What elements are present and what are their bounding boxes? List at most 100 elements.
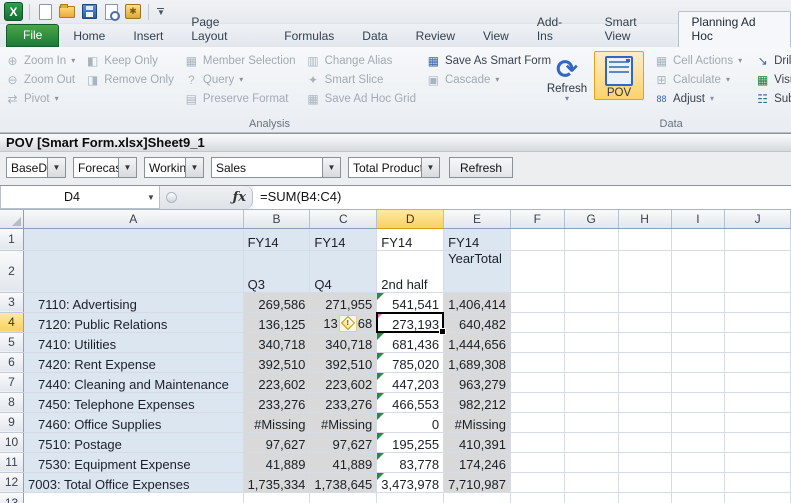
cell-F1[interactable] xyxy=(510,228,565,251)
cell-E8[interactable]: 982,212 xyxy=(443,392,511,413)
cell-A4[interactable]: 7120: Public Relations xyxy=(23,312,244,333)
row-header-7[interactable]: 7 xyxy=(0,372,25,393)
cell-I4[interactable] xyxy=(671,312,726,333)
tab-view[interactable]: View xyxy=(469,25,523,47)
sub-button[interactable]: ☷ Sub xyxy=(753,90,791,107)
cell-E10[interactable]: 410,391 xyxy=(443,432,511,453)
cell-F12[interactable] xyxy=(510,472,565,493)
cell-I1[interactable] xyxy=(671,228,726,251)
tab-insert[interactable]: Insert xyxy=(119,25,177,47)
cell-A12[interactable]: 7003: Total Office Expenses xyxy=(23,472,244,493)
cell-A9[interactable]: 7460: Office Supplies xyxy=(23,412,244,433)
visu-button[interactable]: ▦ Visu xyxy=(753,71,791,88)
cell-D10[interactable]: 195,255 xyxy=(376,432,445,453)
cell-G8[interactable] xyxy=(564,392,619,413)
cell-J3[interactable] xyxy=(724,292,791,313)
save-as-smart-form-button[interactable]: ▦ Save As Smart Form xyxy=(424,52,553,69)
cell-D6[interactable]: 785,020 xyxy=(376,352,445,373)
cell-J8[interactable] xyxy=(724,392,791,413)
dril-button[interactable]: ↘ Dril xyxy=(753,52,791,69)
collapse-grip-icon[interactable] xyxy=(166,192,177,203)
pov-dimension-dropdown-total-product[interactable]: Total Product ▼ xyxy=(348,157,440,178)
cell-C7[interactable]: 223,602 xyxy=(309,372,378,393)
formula-input[interactable]: =SUM(B4:C4) xyxy=(253,186,791,209)
cell-B5[interactable]: 340,718 xyxy=(243,332,311,353)
pov-dimension-dropdown-basedata[interactable]: BaseData▼ xyxy=(6,157,66,178)
name-box[interactable]: D4 ▼ xyxy=(0,186,160,209)
cell-C4[interactable]: 13! 68 xyxy=(309,312,378,333)
tab-data[interactable]: Data xyxy=(348,25,401,47)
cell-A6[interactable]: 7420: Rent Expense xyxy=(23,352,244,373)
cell-C1[interactable]: FY14 xyxy=(309,228,378,251)
cell-G2[interactable] xyxy=(564,250,619,293)
save-icon[interactable] xyxy=(80,3,98,21)
cell-C12[interactable]: 1,738,645 xyxy=(309,472,378,493)
row-header-10[interactable]: 10 xyxy=(0,432,25,453)
cell-F13[interactable] xyxy=(510,492,565,503)
select-all-corner[interactable] xyxy=(0,210,25,229)
tab-file[interactable]: File xyxy=(6,24,60,47)
row-header-11[interactable]: 11 xyxy=(0,452,25,473)
cell-F7[interactable] xyxy=(510,372,565,393)
pov-button[interactable]: POV xyxy=(594,51,644,100)
tab-review[interactable]: Review xyxy=(402,25,469,47)
cell-E7[interactable]: 963,279 xyxy=(443,372,511,393)
cell-D5[interactable]: 681,436 xyxy=(376,332,445,353)
cell-I9[interactable] xyxy=(671,412,726,433)
column-header-j[interactable]: J xyxy=(724,210,791,229)
cell-A5[interactable]: 7410: Utilities xyxy=(23,332,244,353)
cell-I11[interactable] xyxy=(671,452,726,473)
cell-E5[interactable]: 1,444,656 xyxy=(443,332,511,353)
row-header-5[interactable]: 5 xyxy=(0,332,25,353)
cell-H1[interactable] xyxy=(618,228,672,251)
column-header-e[interactable]: E xyxy=(443,210,511,229)
cell-E4[interactable]: 640,482 xyxy=(443,312,511,333)
cell-G9[interactable] xyxy=(564,412,619,433)
row-header-4[interactable]: 4 xyxy=(0,312,25,333)
cell-G10[interactable] xyxy=(564,432,619,453)
cell-C13[interactable] xyxy=(309,492,378,503)
cell-J13[interactable] xyxy=(724,492,791,503)
cell-H9[interactable] xyxy=(618,412,672,433)
print-preview-icon[interactable] xyxy=(102,3,120,21)
column-header-d[interactable]: D xyxy=(376,210,445,229)
tab-smart-view[interactable]: Smart View xyxy=(591,11,678,47)
cell-F11[interactable] xyxy=(510,452,565,473)
refresh-button[interactable]: ⟳ Refresh ▾ xyxy=(542,51,592,103)
row-header-3[interactable]: 3 xyxy=(0,292,25,313)
cell-H6[interactable] xyxy=(618,352,672,373)
cell-F4[interactable] xyxy=(510,312,565,333)
cell-H13[interactable] xyxy=(618,492,672,503)
cell-B1[interactable]: FY14 xyxy=(243,228,311,251)
cell-C9[interactable]: #Missing xyxy=(309,412,378,433)
cell-B6[interactable]: 392,510 xyxy=(243,352,311,373)
chevron-down-icon[interactable]: ▼ xyxy=(47,158,65,177)
open-icon[interactable] xyxy=(58,3,76,21)
cell-A10[interactable]: 7510: Postage xyxy=(23,432,244,453)
cell-H3[interactable] xyxy=(618,292,672,313)
cell-D4[interactable]: 273,193 xyxy=(376,311,447,335)
cell-D12[interactable]: 3,473,978 xyxy=(376,472,445,493)
cell-B9[interactable]: #Missing xyxy=(243,412,311,433)
cell-H12[interactable] xyxy=(618,472,672,493)
cell-I10[interactable] xyxy=(671,432,726,453)
cell-D11[interactable]: 83,778 xyxy=(376,452,445,473)
customize-qat-icon[interactable]: ▼ xyxy=(157,8,165,17)
fill-handle[interactable] xyxy=(439,327,447,335)
cell-I7[interactable] xyxy=(671,372,726,393)
cell-B11[interactable]: 41,889 xyxy=(243,452,311,473)
cell-G11[interactable] xyxy=(564,452,619,473)
cell-E11[interactable]: 174,246 xyxy=(443,452,511,473)
cell-H11[interactable] xyxy=(618,452,672,473)
row-header-9[interactable]: 9 xyxy=(0,412,25,433)
cell-E6[interactable]: 1,689,308 xyxy=(443,352,511,373)
cell-D8[interactable]: 466,553 xyxy=(376,392,445,413)
pov-dimension-dropdown-working[interactable]: Working▼ xyxy=(144,157,204,178)
warning-icon[interactable]: ! xyxy=(338,314,357,331)
cell-B12[interactable]: 1,735,334 xyxy=(243,472,311,493)
chevron-down-icon[interactable]: ▼ xyxy=(421,158,439,177)
cell-G6[interactable] xyxy=(564,352,619,373)
cell-B4[interactable]: 136,125 xyxy=(243,312,311,333)
cell-J12[interactable] xyxy=(724,472,791,493)
cell-H10[interactable] xyxy=(618,432,672,453)
